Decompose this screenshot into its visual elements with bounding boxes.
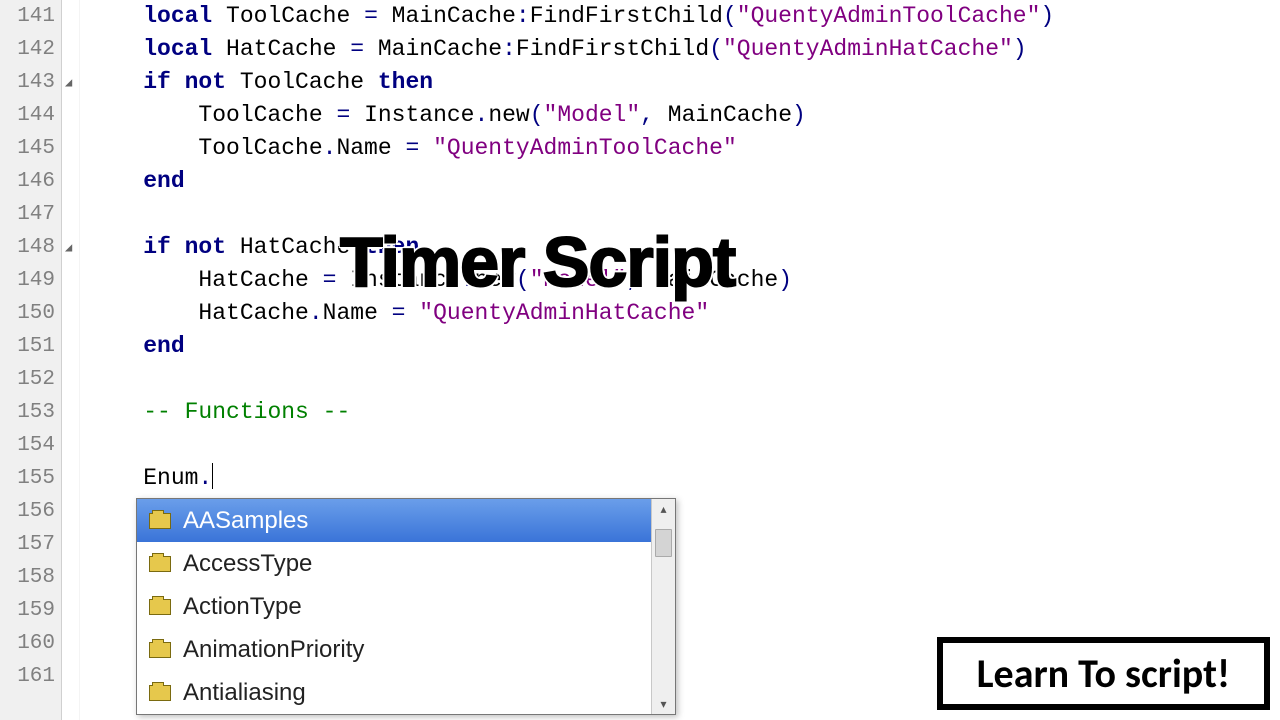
line-number: 149	[10, 264, 55, 297]
line-number: 148	[10, 231, 55, 264]
line-number: 147	[10, 198, 55, 231]
line-number: 155	[10, 462, 55, 495]
autocomplete-list[interactable]: AASamples AccessType ActionType AnimationPr…	[137, 499, 651, 714]
line-number: 160	[10, 627, 55, 660]
code-line[interactable]: end	[88, 165, 1280, 198]
autocomplete-item-label: AccessType	[183, 550, 312, 578]
code-line[interactable]: local ToolCache = MainCache:FindFirstChi…	[88, 0, 1280, 33]
scroll-down-icon[interactable]: ▾	[652, 694, 675, 714]
line-number: 146	[10, 165, 55, 198]
line-number: 142	[10, 33, 55, 66]
code-line[interactable]: HatCache.Name = "QuentyAdminHatCache"	[88, 297, 1280, 330]
code-line[interactable]: if not ToolCache then	[88, 66, 1280, 99]
code-line[interactable]	[88, 198, 1280, 231]
enum-icon	[149, 513, 171, 529]
line-number: 151	[10, 330, 55, 363]
line-number: 153	[10, 396, 55, 429]
line-number: 161	[10, 660, 55, 693]
line-number: 156	[10, 495, 55, 528]
enum-icon	[149, 685, 171, 701]
code-line[interactable]: local HatCache = MainCache:FindFirstChil…	[88, 33, 1280, 66]
enum-icon	[149, 642, 171, 658]
enum-icon	[149, 556, 171, 572]
line-number: 157	[10, 528, 55, 561]
fold-column: ◢◢	[62, 0, 80, 720]
code-line[interactable]: ToolCache.Name = "QuentyAdminToolCache"	[88, 132, 1280, 165]
scroll-thumb[interactable]	[655, 529, 672, 557]
line-number: 159	[10, 594, 55, 627]
autocomplete-item[interactable]: AnimationPriority	[137, 628, 651, 671]
code-line[interactable]: -- Functions --	[88, 396, 1280, 429]
text-caret	[212, 463, 213, 489]
autocomplete-item-label: ActionType	[183, 593, 302, 621]
enum-icon	[149, 599, 171, 615]
autocomplete-item[interactable]: ActionType	[137, 585, 651, 628]
autocomplete-scrollbar[interactable]: ▴ ▾	[651, 499, 675, 714]
autocomplete-popup[interactable]: AASamples AccessType ActionType AnimationPr…	[136, 498, 676, 715]
code-line[interactable]: HatCache = Instance.new("Model", MainCac…	[88, 264, 1280, 297]
fold-toggle-icon[interactable]: ◢	[65, 240, 72, 255]
line-number: 154	[10, 429, 55, 462]
learn-to-script-box: Learn To script!	[937, 637, 1270, 710]
code-line[interactable]: if not HatCache then	[88, 231, 1280, 264]
autocomplete-item[interactable]: AASamples	[137, 499, 651, 542]
code-line[interactable]	[88, 363, 1280, 396]
autocomplete-item[interactable]: Antialiasing	[137, 671, 651, 714]
line-number: 158	[10, 561, 55, 594]
line-number: 144	[10, 99, 55, 132]
fold-toggle-icon[interactable]: ◢	[65, 75, 72, 90]
code-line[interactable]	[88, 429, 1280, 462]
autocomplete-item[interactable]: AccessType	[137, 542, 651, 585]
scroll-up-icon[interactable]: ▴	[652, 499, 675, 519]
autocomplete-item-label: AnimationPriority	[183, 636, 364, 664]
line-number: 150	[10, 297, 55, 330]
line-number: 152	[10, 363, 55, 396]
code-line[interactable]: ToolCache = Instance.new("Model", MainCa…	[88, 99, 1280, 132]
autocomplete-item-label: Antialiasing	[183, 679, 306, 707]
line-number-gutter: 1411421431441451461471481491501511521531…	[0, 0, 62, 720]
code-line[interactable]: end	[88, 330, 1280, 363]
line-number: 141	[10, 0, 55, 33]
line-number: 145	[10, 132, 55, 165]
code-line[interactable]: Enum.	[88, 462, 1280, 495]
line-number: 143	[10, 66, 55, 99]
autocomplete-item-label: AASamples	[183, 507, 308, 535]
